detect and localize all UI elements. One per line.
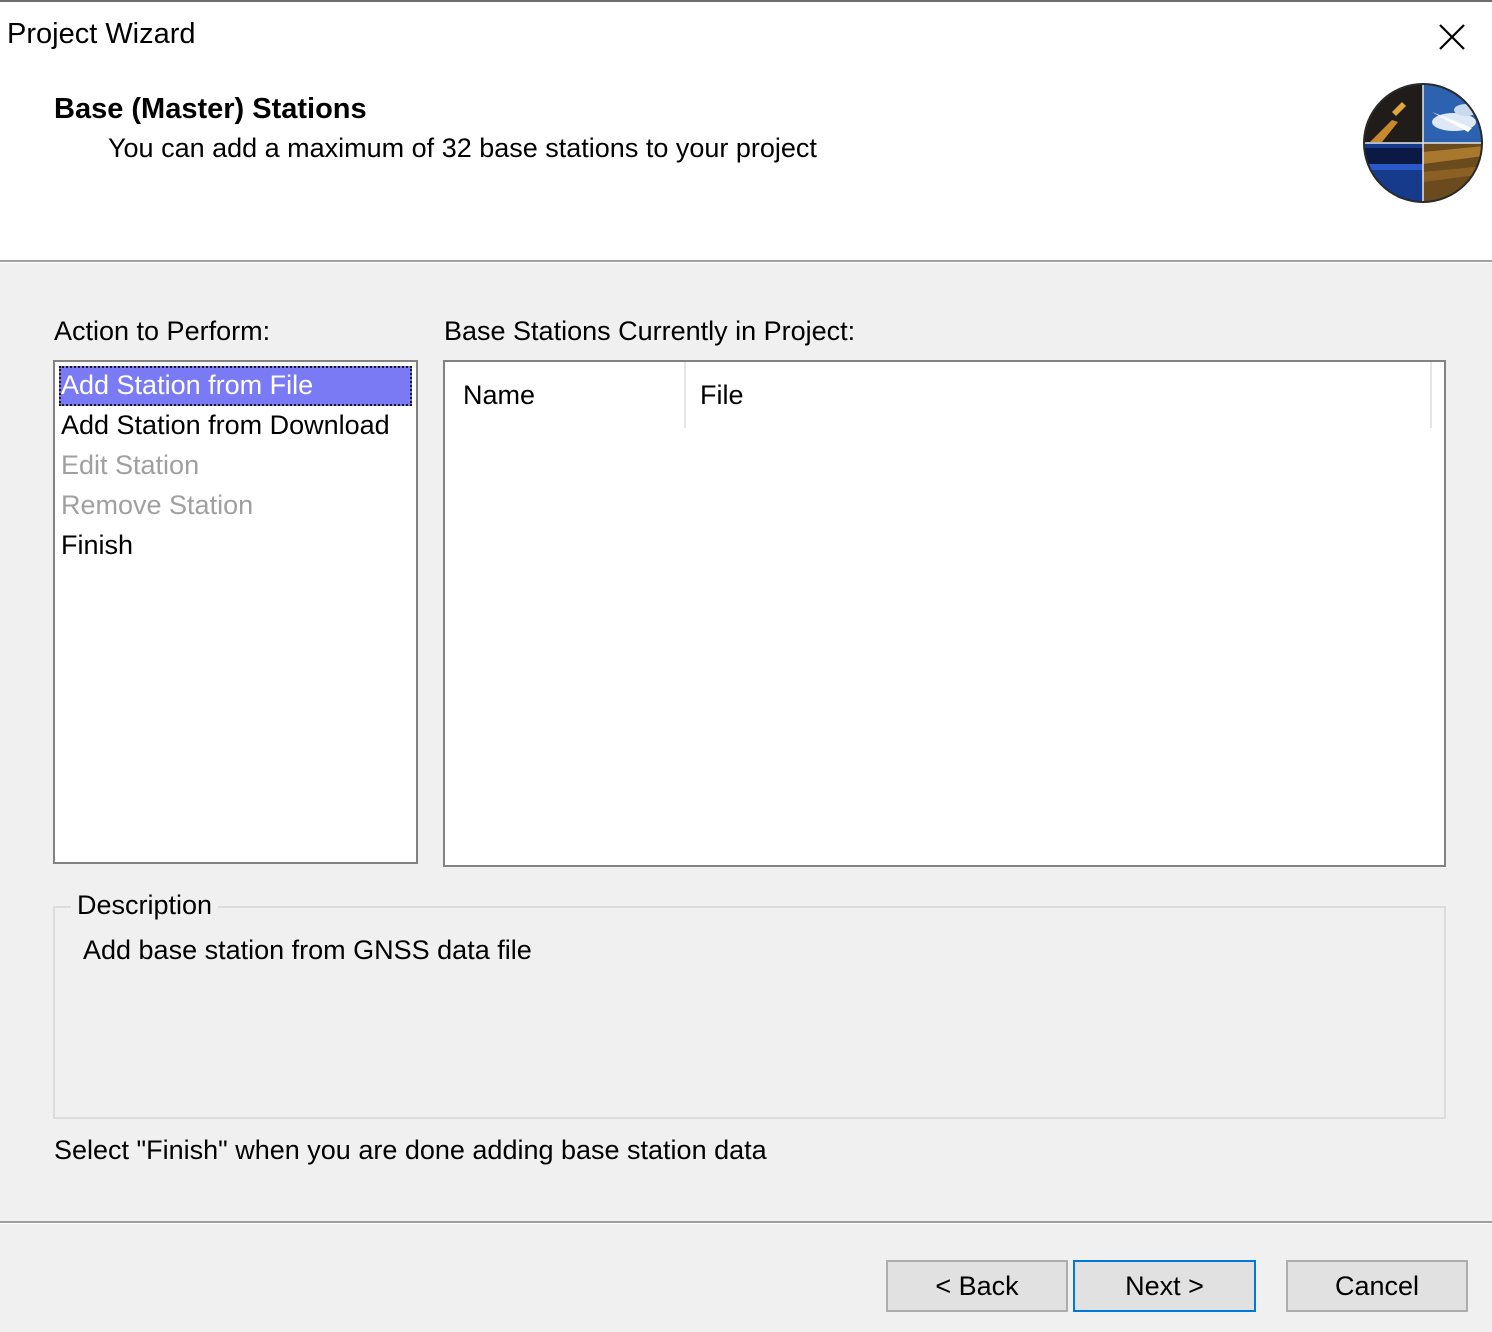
page-title: Base (Master) Stations bbox=[54, 93, 367, 125]
description-legend: Description bbox=[71, 888, 219, 922]
close-button[interactable] bbox=[1424, 12, 1480, 62]
action-list-label: Action to Perform: bbox=[54, 316, 271, 346]
column-header-name[interactable]: Name bbox=[445, 362, 686, 428]
header-separator bbox=[0, 260, 1492, 263]
column-header-file[interactable]: File bbox=[686, 362, 1432, 428]
cancel-button[interactable]: Cancel bbox=[1286, 1260, 1468, 1312]
window-title: Project Wizard bbox=[7, 18, 196, 50]
project-wizard-window: Project Wizard Base (Master) Stations Yo… bbox=[0, 0, 1492, 1332]
action-listbox[interactable]: Add Station from File Add Station from D… bbox=[53, 360, 418, 864]
action-item-remove-station[interactable]: Remove Station bbox=[59, 486, 412, 526]
action-item-finish[interactable]: Finish bbox=[59, 526, 412, 566]
stations-column-headers: Name File bbox=[445, 362, 1432, 428]
stations-list-label: Base Stations Currently in Project: bbox=[444, 316, 856, 346]
wizard-header: Project Wizard Base (Master) Stations Yo… bbox=[0, 2, 1492, 260]
action-item-edit-station[interactable]: Edit Station bbox=[59, 446, 412, 486]
gps-satellite-globe-icon bbox=[1363, 83, 1483, 203]
footer-separator bbox=[0, 1221, 1492, 1224]
description-groupbox: Description Add base station from GNSS d… bbox=[53, 888, 1446, 1119]
page-subtitle: You can add a maximum of 32 base station… bbox=[108, 133, 817, 163]
action-item-add-station-from-file[interactable]: Add Station from File bbox=[59, 366, 412, 406]
action-item-add-station-from-download[interactable]: Add Station from Download bbox=[59, 406, 412, 446]
back-button[interactable]: < Back bbox=[886, 1260, 1068, 1312]
stations-listview[interactable]: Name File bbox=[443, 360, 1446, 867]
next-button[interactable]: Next > bbox=[1073, 1260, 1256, 1312]
close-icon bbox=[1439, 24, 1465, 50]
description-text: Add base station from GNSS data file bbox=[83, 935, 532, 965]
finish-hint-text: Select "Finish" when you are done adding… bbox=[54, 1135, 767, 1165]
